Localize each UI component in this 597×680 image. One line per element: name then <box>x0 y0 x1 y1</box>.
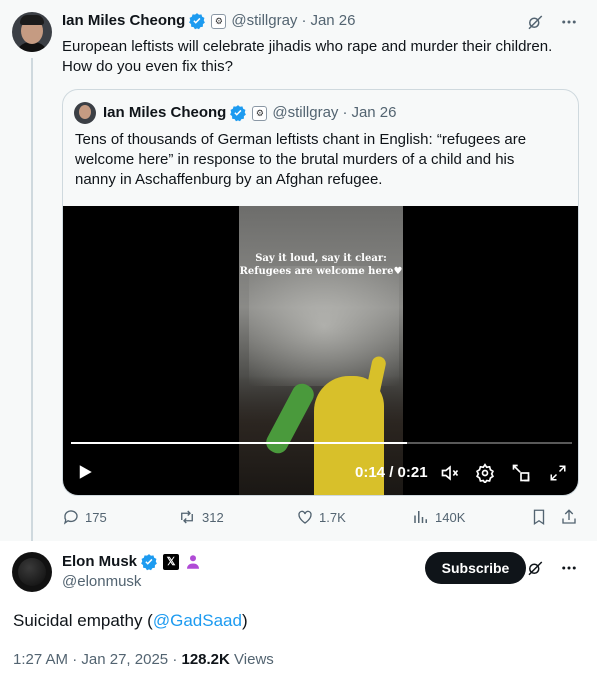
affiliation-badge-icon: ⚙ <box>252 105 268 121</box>
repost-count: 312 <box>202 509 224 525</box>
video-caption-line-1: Say it loud, say it clear: <box>255 253 387 264</box>
quote-author-handle: @stillgray <box>272 104 339 121</box>
government-badge-icon <box>187 555 200 569</box>
quote-text: Tens of thousands of German leftists cha… <box>75 130 570 190</box>
video-progress-fill <box>71 442 407 444</box>
grok-icon[interactable] <box>525 12 545 32</box>
views-count: 128.2K <box>181 651 230 668</box>
bookmark-icon[interactable] <box>530 508 553 526</box>
author-name[interactable]: Ian Miles Cheong <box>62 11 185 31</box>
tweet-full-date[interactable]: Jan 27, 2025 <box>81 651 168 668</box>
video-time-display: 0:14 / 0:21 <box>355 464 428 481</box>
video-frame: Say it loud, say it clear: Refugees are … <box>239 206 403 495</box>
quote-date: Jan 26 <box>351 104 397 121</box>
fullscreen-icon[interactable] <box>547 462 569 484</box>
quoted-tweet-card[interactable]: Ian Miles Cheong ⚙ @stillgray · Jan 26 T… <box>62 89 579 496</box>
grok-icon[interactable] <box>525 558 545 578</box>
video-progress-bar[interactable] <box>71 442 572 444</box>
parent-text-line-2: How do you even fix this? <box>62 58 233 75</box>
more-icon[interactable] <box>559 12 579 32</box>
main-tweet-header: Elon Musk 𝕏 <box>62 552 202 572</box>
video-caption-line-2: Refugees are welcome here♥ <box>239 266 403 277</box>
video-player[interactable]: Say it loud, say it clear: Refugees are … <box>63 206 578 495</box>
tweet-meta: 1:27 AM · Jan 27, 2025 · 128.2K Views <box>13 651 274 668</box>
parent-text-line-1: European leftists will celebrate jihadis… <box>62 38 553 55</box>
author-handle[interactable]: @stillgray <box>231 11 297 31</box>
reply-button[interactable]: 175 <box>62 508 107 526</box>
reply-count: 175 <box>85 509 107 525</box>
main-text-after: ) <box>241 611 248 630</box>
dot-separator: · <box>342 104 348 121</box>
parent-tweet-text: European leftists will celebrate jihadis… <box>62 37 577 77</box>
parent-tweet-top-actions <box>525 12 579 32</box>
play-icon[interactable] <box>75 462 95 482</box>
quote-author-avatar <box>74 102 96 124</box>
views-icon <box>414 511 427 523</box>
quote-text-line-3: nanny in Aschaffenburg by an Afghan refu… <box>75 171 383 188</box>
elon-avatar[interactable] <box>12 552 52 592</box>
tweet-time[interactable]: 1:27 AM <box>13 651 68 668</box>
dot-separator: · <box>301 12 307 29</box>
ian-avatar[interactable] <box>12 12 52 52</box>
affiliation-badge-icon: ⚙ <box>211 13 227 29</box>
verified-badge-icon <box>189 13 206 30</box>
settings-icon[interactable] <box>474 462 496 484</box>
quote-text-line-2: welcome here” in response to the brutal … <box>75 151 515 168</box>
repost-button[interactable]: 312 <box>177 508 224 526</box>
parent-tweet-header: Ian Miles Cheong ⚙ @stillgray · Jan 26 <box>62 11 355 31</box>
main-tweet-text: Suicidal empathy (@GadSaad) <box>13 610 248 632</box>
main-tweet-top-actions <box>525 558 579 578</box>
more-icon[interactable] <box>559 558 579 578</box>
repost-icon <box>181 510 193 524</box>
main-tweet[interactable]: Elon Musk 𝕏 @elonmusk Subscribe Suicidal… <box>0 541 597 680</box>
quote-author-name: Ian Miles Cheong <box>103 104 227 121</box>
thread-connector-line <box>31 58 33 548</box>
like-icon <box>298 510 312 524</box>
tweet-date[interactable]: Jan 26 <box>310 11 355 31</box>
main-text-before: Suicidal empathy ( <box>13 611 153 630</box>
parent-tweet-action-bar: 175 312 1.7K 140K <box>62 508 582 528</box>
mute-icon[interactable] <box>439 462 461 484</box>
views-button[interactable]: 140K <box>412 508 465 526</box>
quote-text-line-1: Tens of thousands of German leftists cha… <box>75 131 527 148</box>
mention-link[interactable]: @GadSaad <box>153 611 242 630</box>
parent-tweet[interactable]: Ian Miles Cheong ⚙ @stillgray · Jan 26 E… <box>0 0 597 548</box>
views-label: Views <box>234 651 274 668</box>
like-count: 1.7K <box>319 509 346 525</box>
like-button[interactable]: 1.7K <box>296 508 346 526</box>
pip-icon[interactable] <box>510 462 532 484</box>
quote-header: Ian Miles Cheong ⚙ @stillgray · Jan 26 <box>103 103 396 123</box>
author-handle[interactable]: @elonmusk <box>62 573 141 590</box>
subscribe-button[interactable]: Subscribe <box>425 552 526 584</box>
reply-icon <box>63 510 78 525</box>
verified-badge-icon <box>230 105 247 122</box>
author-name[interactable]: Elon Musk <box>62 552 137 572</box>
x-affiliate-badge-icon: 𝕏 <box>163 554 180 570</box>
verified-badge-icon <box>141 554 157 571</box>
dot-separator: · <box>72 651 82 668</box>
views-count: 140K <box>435 509 466 525</box>
share-icon[interactable] <box>560 508 583 526</box>
video-caption: Say it loud, say it clear: Refugees are … <box>239 252 403 278</box>
